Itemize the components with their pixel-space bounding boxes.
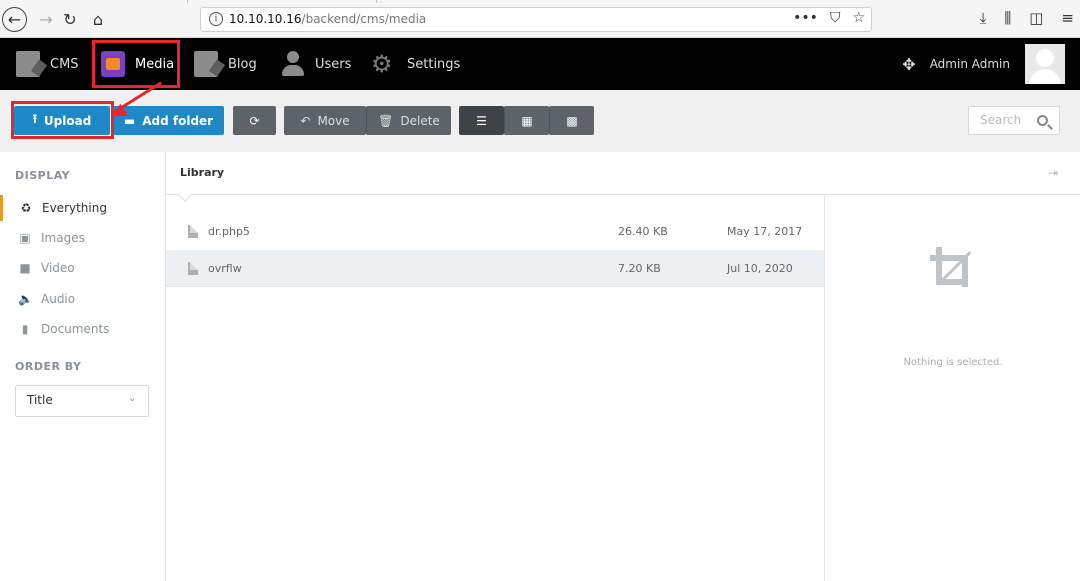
header-notch [178, 194, 192, 203]
upload-highlight-annotation [11, 101, 114, 139]
file-size: 7.20 KB [618, 262, 661, 275]
pocket-icon[interactable]: ⛉ [830, 10, 841, 26]
blog-icon [194, 51, 218, 77]
reload-button[interactable]: ↻ [58, 7, 82, 31]
sidebar-item-video[interactable]: ■ Video [0, 255, 166, 281]
file-name: dr.php5 [208, 225, 250, 238]
media-toolbar: ⭱ Upload ▬ Add folder ⟳ ↶ Move 🗑 Delete … [0, 90, 1080, 152]
url-path: /backend/cms/media [301, 12, 427, 26]
nav-item-cms-label: CMS [50, 56, 79, 72]
sidebar-item-label: Everything [42, 201, 107, 215]
sidebar-item-audio[interactable]: 🔈 Audio [0, 286, 166, 312]
home-button[interactable]: ⌂ [86, 7, 110, 31]
library-title: Library [180, 166, 225, 179]
browser-toolbar: ← → ↻ ⌂ i 10.10.10.16/backend/cms/media … [0, 0, 1080, 38]
file-size: 26.40 KB [618, 225, 668, 238]
search-icon[interactable] [1037, 115, 1048, 126]
menu-icon[interactable]: ≡ [1061, 9, 1074, 27]
preview-panel: Nothing is selected. [824, 195, 1080, 581]
list-view-icon: ☰ [476, 113, 487, 128]
trash-icon: 🗑 [378, 113, 394, 128]
download-icon[interactable]: ⤓ [980, 9, 987, 27]
image-icon: ▣ [19, 231, 31, 245]
chevron-down-icon: ⌄ [128, 394, 136, 404]
document-icon: ▮ [21, 322, 29, 336]
forward-arrow-icon: → [39, 9, 53, 29]
file-icon [188, 225, 198, 238]
nav-item-blog-label: Blog [228, 56, 257, 72]
bookmark-star-icon[interactable]: ☆ [852, 10, 865, 26]
media-highlight-annotation [92, 40, 180, 88]
list-view-button[interactable]: ☰ [459, 106, 504, 135]
nav-item-blog[interactable]: Blog [194, 38, 257, 90]
search-input[interactable]: Search [968, 106, 1060, 135]
add-folder-label: Add folder [142, 113, 214, 128]
sidebar: DISPLAY ♻ Everything ▣ Images ■ Video 🔈 … [0, 152, 166, 581]
nav-item-users[interactable]: Users [281, 38, 351, 90]
sign-out-icon[interactable]: ⇥ [1048, 166, 1058, 180]
move-label: Move [317, 113, 350, 128]
order-by-heading: ORDER BY [15, 360, 82, 373]
sidebar-item-label: Video [41, 261, 75, 275]
move-button[interactable]: ↶ Move [284, 106, 366, 135]
library-header: Library ⇥ [166, 152, 1080, 195]
avatar[interactable] [1025, 44, 1065, 84]
sidebar-item-images[interactable]: ▣ Images [0, 225, 166, 251]
delete-label: Delete [400, 113, 440, 128]
url-bar[interactable]: i 10.10.10.16/backend/cms/media ••• ⛉ ☆ [200, 7, 872, 32]
crosshair-icon[interactable]: ✥ [902, 55, 915, 74]
back-arrow-icon: ← [7, 10, 22, 29]
move-icon: ↶ [300, 113, 311, 128]
sidebar-item-documents[interactable]: ▮ Documents [0, 316, 166, 342]
nav-item-settings[interactable]: ⚙ Settings [371, 38, 460, 90]
sidebar-item-everything[interactable]: ♻ Everything [0, 195, 166, 221]
user-name[interactable]: Admin Admin [930, 57, 1010, 71]
account-menu[interactable]: ✥ Admin Admin [902, 38, 1010, 90]
nav-item-users-label: Users [315, 56, 352, 72]
order-by-value: Title [27, 393, 53, 407]
tiles-view-button[interactable]: ▩ [549, 106, 594, 135]
page-actions-icon[interactable]: ••• [793, 10, 818, 26]
add-folder-button[interactable]: ▬ Add folder [113, 106, 224, 135]
audio-icon: 🔈 [18, 292, 33, 306]
sidebar-item-label: Audio [41, 292, 76, 306]
delete-button[interactable]: 🗑 Delete [366, 106, 451, 135]
file-row[interactable]: dr.php5 26.40 KB May 17, 2017 [166, 213, 824, 249]
grid-view-button[interactable]: ▦ [504, 106, 549, 135]
reload-icon: ↻ [63, 9, 77, 29]
site-info-icon[interactable]: i [209, 12, 223, 26]
url-text[interactable]: 10.10.10.16/backend/cms/media [229, 12, 426, 26]
file-date: May 17, 2017 [727, 225, 803, 238]
video-icon: ■ [19, 261, 31, 275]
sidebar-item-label: Images [41, 231, 85, 245]
nav-item-settings-label: Settings [407, 56, 461, 72]
library-panel: Library ⇥ dr.php5 26.40 KB May 17, 2017 … [166, 152, 1080, 581]
sidebar-item-label: Documents [41, 322, 110, 336]
home-icon: ⌂ [92, 9, 104, 29]
cms-icon [16, 51, 40, 77]
grid-view-icon: ▦ [521, 113, 533, 128]
url-host: 10.10.10.16 [229, 12, 302, 26]
file-row[interactable]: ovrflw 7.20 KB Jul 10, 2020 [166, 250, 824, 286]
browser-tab[interactable] [187, 0, 377, 3]
file-icon [188, 262, 198, 275]
tiles-view-icon: ▩ [566, 113, 578, 128]
refresh-icon: ⟳ [249, 113, 260, 128]
nav-item-cms[interactable]: CMS [16, 38, 79, 90]
display-heading: DISPLAY [15, 169, 71, 182]
file-name: ovrflw [208, 262, 242, 275]
search-placeholder: Search [980, 113, 1022, 127]
refresh-button[interactable]: ⟳ [233, 106, 276, 135]
settings-icon: ⚙ [371, 50, 393, 78]
sidebar-toggle-icon[interactable]: ◫ [1029, 9, 1043, 27]
order-by-select[interactable]: Title ⌄ [15, 385, 149, 417]
back-button[interactable]: ← [2, 7, 27, 32]
file-date: Jul 10, 2020 [727, 262, 793, 275]
row-divider [166, 286, 824, 287]
recycle-icon: ♻ [20, 201, 32, 215]
forward-button[interactable]: → [34, 7, 58, 31]
library-icon[interactable]: ⫼ [1004, 9, 1011, 27]
nothing-selected-text: Nothing is selected. [903, 357, 1003, 368]
users-icon [281, 51, 305, 77]
